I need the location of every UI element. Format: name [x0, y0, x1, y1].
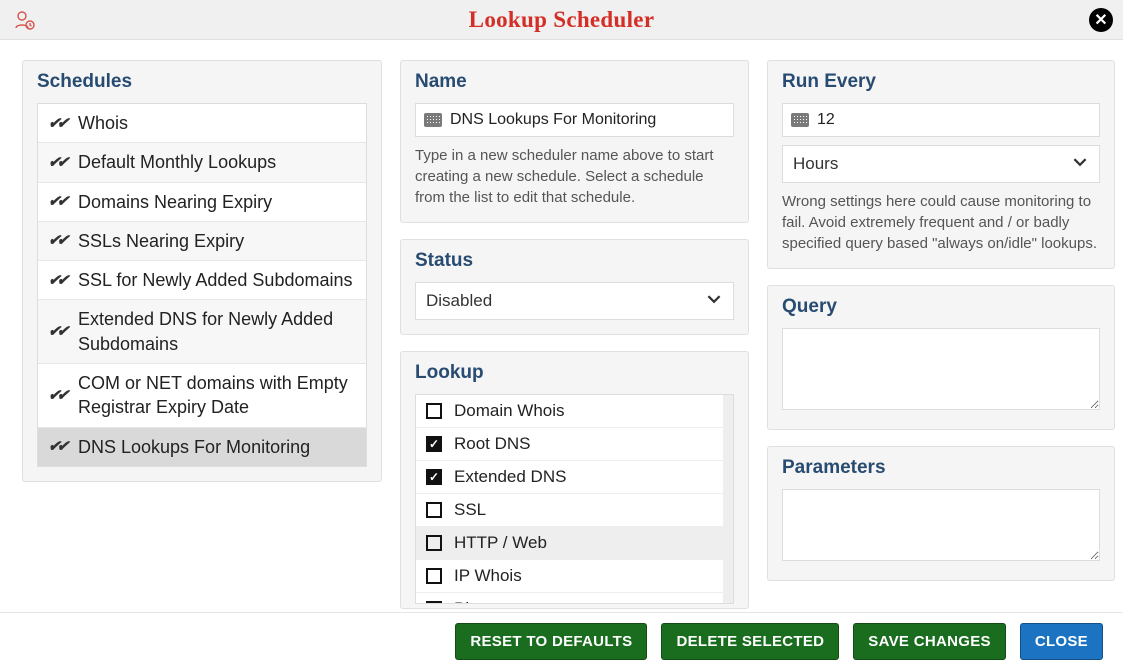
checkbox[interactable]	[426, 436, 442, 452]
run-every-helper: Wrong settings here could cause monitori…	[782, 191, 1100, 254]
dialog-title: Lookup Scheduler	[469, 7, 655, 33]
close-button[interactable]: ✕	[1089, 8, 1113, 32]
query-textarea[interactable]	[782, 328, 1100, 410]
double-check-icon: ✔✔	[48, 152, 68, 173]
lookup-list[interactable]: Domain Whois Root DNS Extended DNS SSL HTTP …	[415, 394, 734, 604]
checkbox[interactable]	[426, 469, 442, 485]
left-column: Schedules ✔✔ Whois ✔✔ Default Monthly Looku…	[22, 60, 382, 625]
app-icon	[12, 8, 36, 32]
double-check-icon: ✔✔	[48, 321, 68, 342]
double-check-icon: ✔✔	[48, 270, 68, 291]
schedules-list[interactable]: ✔✔ Whois ✔✔ Default Monthly Lookups ✔✔ Domain…	[37, 103, 367, 467]
reset-to-defaults-button[interactable]: RESET TO DEFAULTS	[455, 623, 647, 660]
schedule-item-label: COM or NET domains with Empty Registrar …	[78, 371, 356, 420]
status-heading: Status	[415, 250, 734, 272]
middle-column: Name Type in a new scheduler name above …	[400, 60, 749, 625]
schedule-item-label: SSL for Newly Added Subdomains	[78, 268, 353, 292]
schedule-item[interactable]: ✔✔ SSLs Nearing Expiry	[38, 222, 366, 261]
double-check-icon: ✔✔	[48, 191, 68, 212]
schedule-item-label: Default Monthly Lookups	[78, 150, 276, 174]
run-every-heading: Run Every	[782, 71, 1100, 93]
delete-selected-button[interactable]: DELETE SELECTED	[661, 623, 839, 660]
schedule-item[interactable]: ✔✔ COM or NET domains with Empty Registra…	[38, 364, 366, 428]
lookup-item[interactable]: Extended DNS	[416, 461, 733, 494]
close-footer-button[interactable]: CLOSE	[1020, 623, 1103, 660]
schedule-item-label: SSLs Nearing Expiry	[78, 229, 244, 253]
lookup-item[interactable]: HTTP / Web	[416, 527, 733, 560]
schedule-item[interactable]: ✔✔ SSL for Newly Added Subdomains	[38, 261, 366, 300]
schedule-item-label: Whois	[78, 111, 128, 135]
schedule-item[interactable]: ✔✔ Default Monthly Lookups	[38, 143, 366, 182]
name-input[interactable]	[450, 104, 725, 136]
query-panel: Query	[767, 285, 1115, 430]
lookup-item-label: IP Whois	[454, 566, 522, 586]
lookup-item-label: HTTP / Web	[454, 533, 547, 553]
schedules-heading: Schedules	[37, 71, 367, 93]
chevron-down-icon	[707, 291, 721, 311]
lookup-item-label: Root DNS	[454, 434, 531, 454]
keyboard-icon	[791, 113, 809, 127]
lookup-item[interactable]: SSL	[416, 494, 733, 527]
run-every-unit-select[interactable]: Hours	[782, 145, 1100, 183]
schedule-item[interactable]: ✔✔ DNS Lookups For Monitoring	[38, 428, 366, 466]
checkbox[interactable]	[426, 535, 442, 551]
schedule-item-label: Domains Nearing Expiry	[78, 190, 272, 214]
run-every-input[interactable]	[817, 104, 1091, 136]
schedule-item-label: Extended DNS for Newly Added Subdomains	[78, 307, 356, 356]
lookup-item[interactable]: Root DNS	[416, 428, 733, 461]
run-every-field[interactable]	[782, 103, 1100, 137]
lookup-scrollbar[interactable]	[723, 395, 733, 603]
name-field[interactable]	[415, 103, 734, 137]
checkbox[interactable]	[426, 568, 442, 584]
schedule-item[interactable]: ✔✔ Extended DNS for Newly Added Subdomain…	[38, 300, 366, 364]
save-changes-button[interactable]: SAVE CHANGES	[853, 623, 1006, 660]
lookup-item-label: Extended DNS	[454, 467, 566, 487]
status-value: Disabled	[426, 291, 492, 311]
schedule-item[interactable]: ✔✔ Whois	[38, 104, 366, 143]
parameters-textarea[interactable]	[782, 489, 1100, 561]
close-icon: ✕	[1094, 10, 1107, 30]
run-every-unit-value: Hours	[793, 154, 838, 174]
content-grid: Schedules ✔✔ Whois ✔✔ Default Monthly Looku…	[0, 40, 1123, 645]
name-heading: Name	[415, 71, 734, 93]
keyboard-icon	[424, 113, 442, 127]
name-helper: Type in a new scheduler name above to st…	[415, 145, 734, 208]
lookup-heading: Lookup	[415, 362, 734, 384]
lookup-item-label: Ping	[454, 599, 488, 604]
query-heading: Query	[782, 296, 1100, 318]
dialog-footer: RESET TO DEFAULTS DELETE SELECTED SAVE C…	[0, 612, 1123, 670]
lookup-panel: Lookup Domain Whois Root DNS Extended DNS S…	[400, 351, 749, 609]
lookup-item[interactable]: IP Whois	[416, 560, 733, 593]
double-check-icon: ✔✔	[48, 113, 68, 134]
double-check-icon: ✔✔	[48, 230, 68, 251]
parameters-panel: Parameters	[767, 446, 1115, 581]
schedule-item[interactable]: ✔✔ Domains Nearing Expiry	[38, 183, 366, 222]
status-panel: Status Disabled	[400, 239, 749, 335]
chevron-down-icon	[1073, 154, 1087, 174]
right-column: Run Every Hours Wrong settings here coul…	[767, 60, 1115, 625]
dialog-header: Lookup Scheduler ✕	[0, 0, 1123, 40]
parameters-heading: Parameters	[782, 457, 1100, 479]
schedule-item-label: DNS Lookups For Monitoring	[78, 435, 310, 459]
schedules-panel: Schedules ✔✔ Whois ✔✔ Default Monthly Looku…	[22, 60, 382, 482]
checkbox[interactable]	[426, 601, 442, 604]
run-every-panel: Run Every Hours Wrong settings here coul…	[767, 60, 1115, 269]
checkbox[interactable]	[426, 502, 442, 518]
status-select[interactable]: Disabled	[415, 282, 734, 320]
lookup-item[interactable]: Domain Whois	[416, 395, 733, 428]
double-check-icon: ✔✔	[48, 385, 68, 406]
lookup-item[interactable]: Ping	[416, 593, 733, 604]
double-check-icon: ✔✔	[48, 436, 68, 457]
lookup-item-label: SSL	[454, 500, 486, 520]
checkbox[interactable]	[426, 403, 442, 419]
lookup-item-label: Domain Whois	[454, 401, 565, 421]
name-panel: Name Type in a new scheduler name above …	[400, 60, 749, 223]
